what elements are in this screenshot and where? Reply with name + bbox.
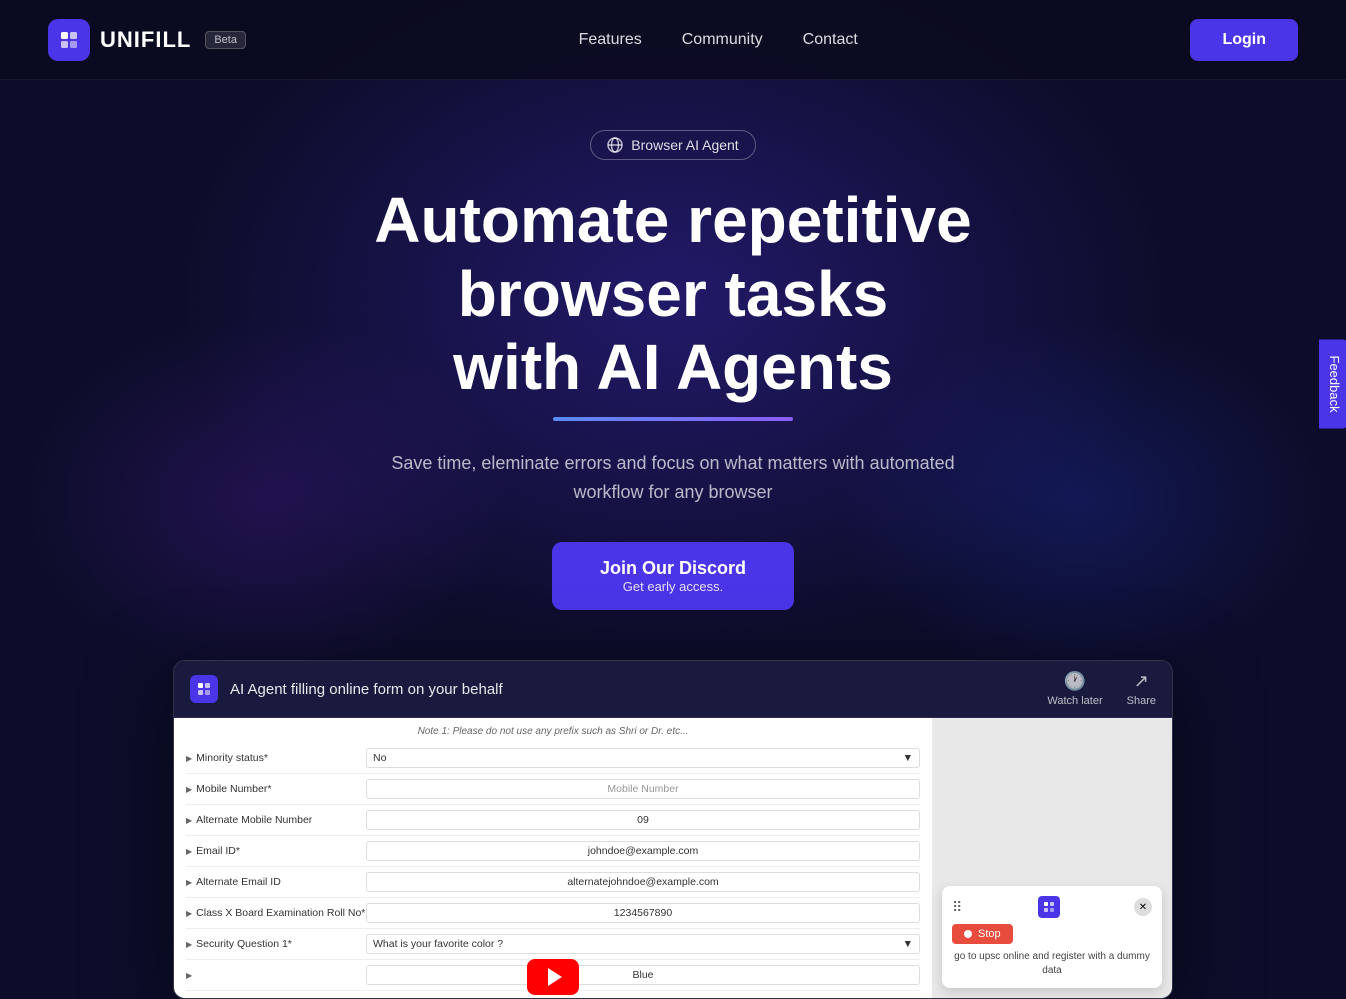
feedback-label: Feedback (1327, 355, 1342, 412)
discord-button[interactable]: Join Our Discord Get early access. (552, 542, 794, 610)
form-note: Note 1: Please do not use any prefix suc… (186, 726, 920, 737)
hero-subtitle: Save time, eleminate errors and focus on… (383, 449, 963, 507)
video-actions: 🕐 Watch later ↗ Share (1047, 671, 1156, 707)
form-input-email[interactable]: johndoe@example.com (366, 841, 920, 861)
ai-panel-close-icon[interactable]: ✕ (1134, 898, 1152, 916)
form-label-alt-email: Alternate Email ID (186, 876, 366, 888)
form-input-roll[interactable]: 1234567890 (366, 903, 920, 923)
hero-title: Automate repetitive browser tasks with A… (263, 184, 1083, 405)
ai-instruction-text: go to upsc online and register with a du… (952, 950, 1152, 978)
play-button[interactable] (527, 959, 579, 995)
browser-agent-badge: Browser AI Agent (590, 130, 755, 160)
watch-later-label: Watch later (1047, 695, 1102, 707)
form-label-mobile: Mobile Number* (186, 783, 366, 795)
form-label-alt-mobile: Alternate Mobile Number (186, 814, 366, 826)
form-select-security[interactable]: What is your favorite color ?▼ (366, 934, 920, 954)
stop-dot-icon (964, 930, 972, 938)
feedback-tab[interactable]: Feedback (1319, 339, 1346, 428)
nav-contact[interactable]: Contact (803, 31, 858, 49)
form-row: Email ID* johndoe@example.com (186, 836, 920, 867)
share-icon: ↗ (1134, 671, 1149, 692)
logo-group: UNIFILL Beta (48, 19, 246, 61)
form-row: Alternate Email ID alternatejohndoe@exam… (186, 867, 920, 898)
stop-button[interactable]: Stop (952, 924, 1013, 944)
nav-features[interactable]: Features (579, 31, 642, 49)
brand-name: UNIFILL (100, 27, 191, 53)
beta-badge: Beta (205, 31, 246, 49)
nav-links: Features Community Contact (579, 31, 858, 49)
ai-panel-logo (1038, 896, 1060, 918)
stop-button-area: Stop (952, 924, 1152, 944)
video-title: AI Agent filling online form on your beh… (230, 681, 503, 698)
login-button[interactable]: Login (1190, 19, 1298, 61)
navbar: UNIFILL Beta Features Community Contact … (0, 0, 1346, 80)
form-input-mobile[interactable]: Mobile Number (366, 779, 920, 799)
video-container: AI Agent filling online form on your beh… (173, 660, 1173, 999)
logo-icon (48, 19, 90, 61)
video-sidebar: ⠿ ✕ (932, 718, 1172, 998)
form-label-color (186, 971, 366, 980)
video-uf-icon (190, 675, 218, 703)
stop-label: Stop (978, 928, 1001, 940)
form-label-email: Email ID* (186, 845, 366, 857)
watch-later-action[interactable]: 🕐 Watch later (1047, 671, 1102, 707)
discord-btn-sub-text: Get early access. (600, 579, 746, 594)
video-form-section: Note 1: Please do not use any prefix suc… (174, 718, 932, 998)
form-label-roll: Class X Board Examination Roll No* (186, 907, 366, 919)
form-row: Minority status* No▼ (186, 743, 920, 774)
ai-panel-drag-icon: ⠿ (952, 899, 964, 916)
title-underline (553, 417, 793, 421)
form-row: Class X Board Examination Roll No* 12345… (186, 898, 920, 929)
clock-icon: 🕐 (1064, 671, 1086, 692)
form-select-minority[interactable]: No▼ (366, 748, 920, 768)
play-triangle-icon (548, 968, 562, 986)
form-row: Security Question 1* What is your favori… (186, 929, 920, 960)
form-input-alt-mobile[interactable]: 09 (366, 810, 920, 830)
video-top-bar: AI Agent filling online form on your beh… (174, 661, 1172, 718)
nav-community[interactable]: Community (682, 31, 763, 49)
globe-icon (607, 137, 623, 153)
badge-text: Browser AI Agent (631, 137, 738, 153)
video-body: Note 1: Please do not use any prefix suc… (174, 718, 1172, 998)
form-input-color[interactable]: Blue (366, 965, 920, 985)
form-label-minority: Minority status* (186, 752, 366, 764)
discord-btn-main-text: Join Our Discord (600, 558, 746, 579)
navbar-actions: Login (1190, 19, 1298, 61)
form-row: Alternate Mobile Number 09 (186, 805, 920, 836)
share-action[interactable]: ↗ Share (1127, 671, 1156, 707)
ai-panel: ⠿ ✕ (942, 886, 1162, 988)
ai-panel-header: ⠿ ✕ (952, 896, 1152, 918)
share-label: Share (1127, 695, 1156, 707)
form-input-alt-email[interactable]: alternatejohndoe@example.com (366, 872, 920, 892)
form-row: Mobile Number* Mobile Number (186, 774, 920, 805)
form-label-security: Security Question 1* (186, 938, 366, 950)
hero-section: Browser AI Agent Automate repetitive bro… (0, 80, 1346, 999)
